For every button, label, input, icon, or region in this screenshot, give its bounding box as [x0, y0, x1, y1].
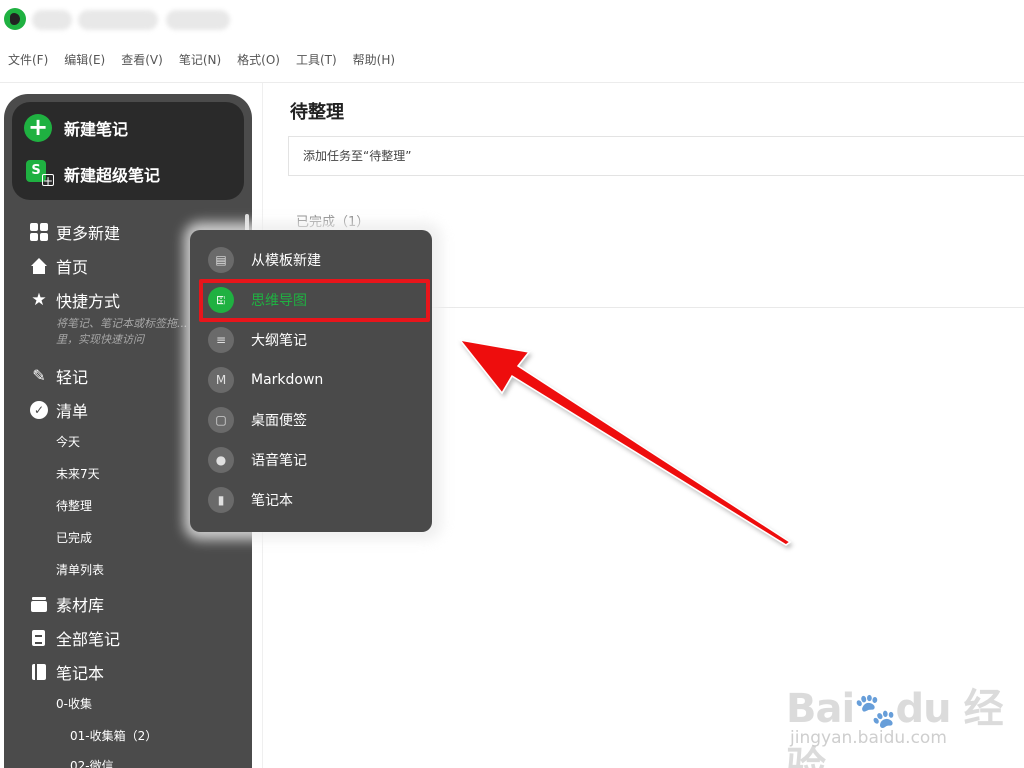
notebook-icon: ▮	[208, 487, 234, 513]
popup-item-label: 桌面便签	[251, 413, 307, 429]
task-row-divider	[430, 307, 1024, 308]
title-bar	[0, 0, 1024, 40]
blurred-title-3	[166, 10, 230, 30]
sidebar-item-label: 首页	[56, 258, 89, 277]
sidebar-item-pending[interactable]: 待整理	[56, 496, 92, 516]
sidebar-item-list-table[interactable]: 清单列表	[56, 560, 104, 580]
popup-item-label: 从模板新建	[251, 253, 321, 269]
archive-box-icon	[30, 595, 48, 613]
more-new-popup-menu: ▤ 从模板新建 ⊞ 思维导图 ≡ 大纲笔记 M Markdown ▢ 桌面便签 …	[190, 230, 432, 532]
popup-item-label: 大纲笔记	[251, 333, 307, 349]
pen-icon: ✎	[32, 366, 46, 385]
app-window: 文件(F) 编辑(E) 查看(V) 笔记(N) 格式(O) 工具(T) 帮助(H…	[0, 0, 1024, 768]
popup-item-label: 语音笔记	[251, 453, 307, 469]
sidebar-item-today[interactable]: 今天	[56, 432, 80, 452]
blurred-title-1	[32, 10, 72, 30]
menu-note[interactable]: 笔记(N)	[179, 48, 221, 72]
grid-icon	[30, 223, 48, 241]
popup-item-label: Markdown	[251, 372, 324, 388]
home-icon	[30, 257, 48, 275]
new-note-label: 新建笔记	[64, 120, 129, 139]
sidebar-item-label: 笔记本	[56, 664, 105, 683]
template-icon: ▤	[208, 247, 234, 273]
menu-tools[interactable]: 工具(T)	[296, 48, 337, 72]
menu-view[interactable]: 查看(V)	[121, 48, 163, 72]
evernote-logo-icon	[4, 8, 26, 30]
add-task-input[interactable]	[288, 136, 1024, 176]
shortcuts-hint: 将笔记、笔记本或标签拖...里，实现快速访问	[56, 317, 188, 346]
menu-format[interactable]: 格式(O)	[237, 48, 280, 72]
highlight-annotation	[199, 279, 430, 322]
sidebar-item-next7[interactable]: 未来7天	[56, 464, 100, 484]
sidebar-item-nb-collect[interactable]: 0-收集	[56, 694, 92, 714]
markdown-icon: M	[208, 367, 234, 393]
page-title: 待整理	[290, 102, 344, 123]
popup-item-notebook[interactable]: ▮ 笔记本	[208, 485, 293, 515]
popup-item-sticky-note[interactable]: ▢ 桌面便签	[208, 405, 307, 435]
super-note-icon: S +	[24, 160, 54, 188]
menu-bar: 文件(F) 编辑(E) 查看(V) 笔记(N) 格式(O) 工具(T) 帮助(H…	[0, 48, 411, 72]
sidebar-item-shortcuts[interactable]: ★ 快捷方式	[30, 288, 120, 312]
menu-file[interactable]: 文件(F)	[8, 48, 48, 72]
sidebar-item-label: 清单	[56, 402, 89, 421]
new-super-note-label: 新建超级笔记	[64, 166, 161, 185]
sidebar-item-label: 素材库	[56, 596, 105, 615]
watermark-logo: Bai🐾du 经验	[786, 686, 1004, 768]
sidebar-item-label: 快捷方式	[56, 292, 121, 311]
sidebar-item-nb-inbox[interactable]: 01-收集箱（2）	[70, 726, 157, 746]
notebook-icon	[30, 663, 48, 681]
sticky-note-icon: ▢	[208, 407, 234, 433]
menu-help[interactable]: 帮助(H)	[353, 48, 395, 72]
new-note-button[interactable]: + 新建笔记	[24, 114, 128, 142]
popup-item-markdown[interactable]: M Markdown	[208, 365, 323, 395]
sidebar-item-quick-note[interactable]: ✎ 轻记	[30, 364, 88, 388]
menu-divider	[0, 82, 1024, 83]
blurred-title-2	[78, 10, 158, 30]
microphone-icon: ●	[208, 447, 234, 473]
sidebar-item-completed[interactable]: 已完成	[56, 528, 92, 548]
popup-item-from-template[interactable]: ▤ 从模板新建	[208, 245, 321, 275]
sidebar-item-more-new[interactable]: 更多新建	[30, 220, 120, 244]
popup-item-voice-note[interactable]: ● 语音笔记	[208, 445, 307, 475]
sidebar-item-label: 轻记	[56, 368, 89, 387]
new-super-note-button[interactable]: S + 新建超级笔记	[24, 160, 160, 188]
sidebar-item-checklist[interactable]: ✓ 清单	[30, 398, 88, 422]
menu-edit[interactable]: 编辑(E)	[64, 48, 105, 72]
sidebar-item-all-notes[interactable]: 全部笔记	[30, 626, 120, 650]
new-actions-panel: + 新建笔记 S + 新建超级笔记	[12, 102, 244, 200]
star-icon: ★	[31, 290, 47, 310]
sidebar-item-materials[interactable]: 素材库	[30, 592, 104, 616]
sidebar-item-label: 更多新建	[56, 224, 121, 243]
popup-item-label: 笔记本	[251, 493, 293, 509]
sidebar-item-nb-wechat[interactable]: 02-微信	[70, 756, 114, 768]
sidebar-item-notebooks[interactable]: 笔记本	[30, 660, 104, 684]
sidebar-item-label: 全部笔记	[56, 630, 121, 649]
sidebar-item-home[interactable]: 首页	[30, 254, 88, 278]
plus-icon: +	[24, 114, 52, 142]
popup-item-outline[interactable]: ≡ 大纲笔记	[208, 325, 307, 355]
outline-icon: ≡	[208, 327, 234, 353]
document-icon	[30, 629, 48, 647]
watermark-url: jingyan.baidu.com	[790, 728, 947, 748]
checkmark-icon: ✓	[30, 401, 48, 419]
